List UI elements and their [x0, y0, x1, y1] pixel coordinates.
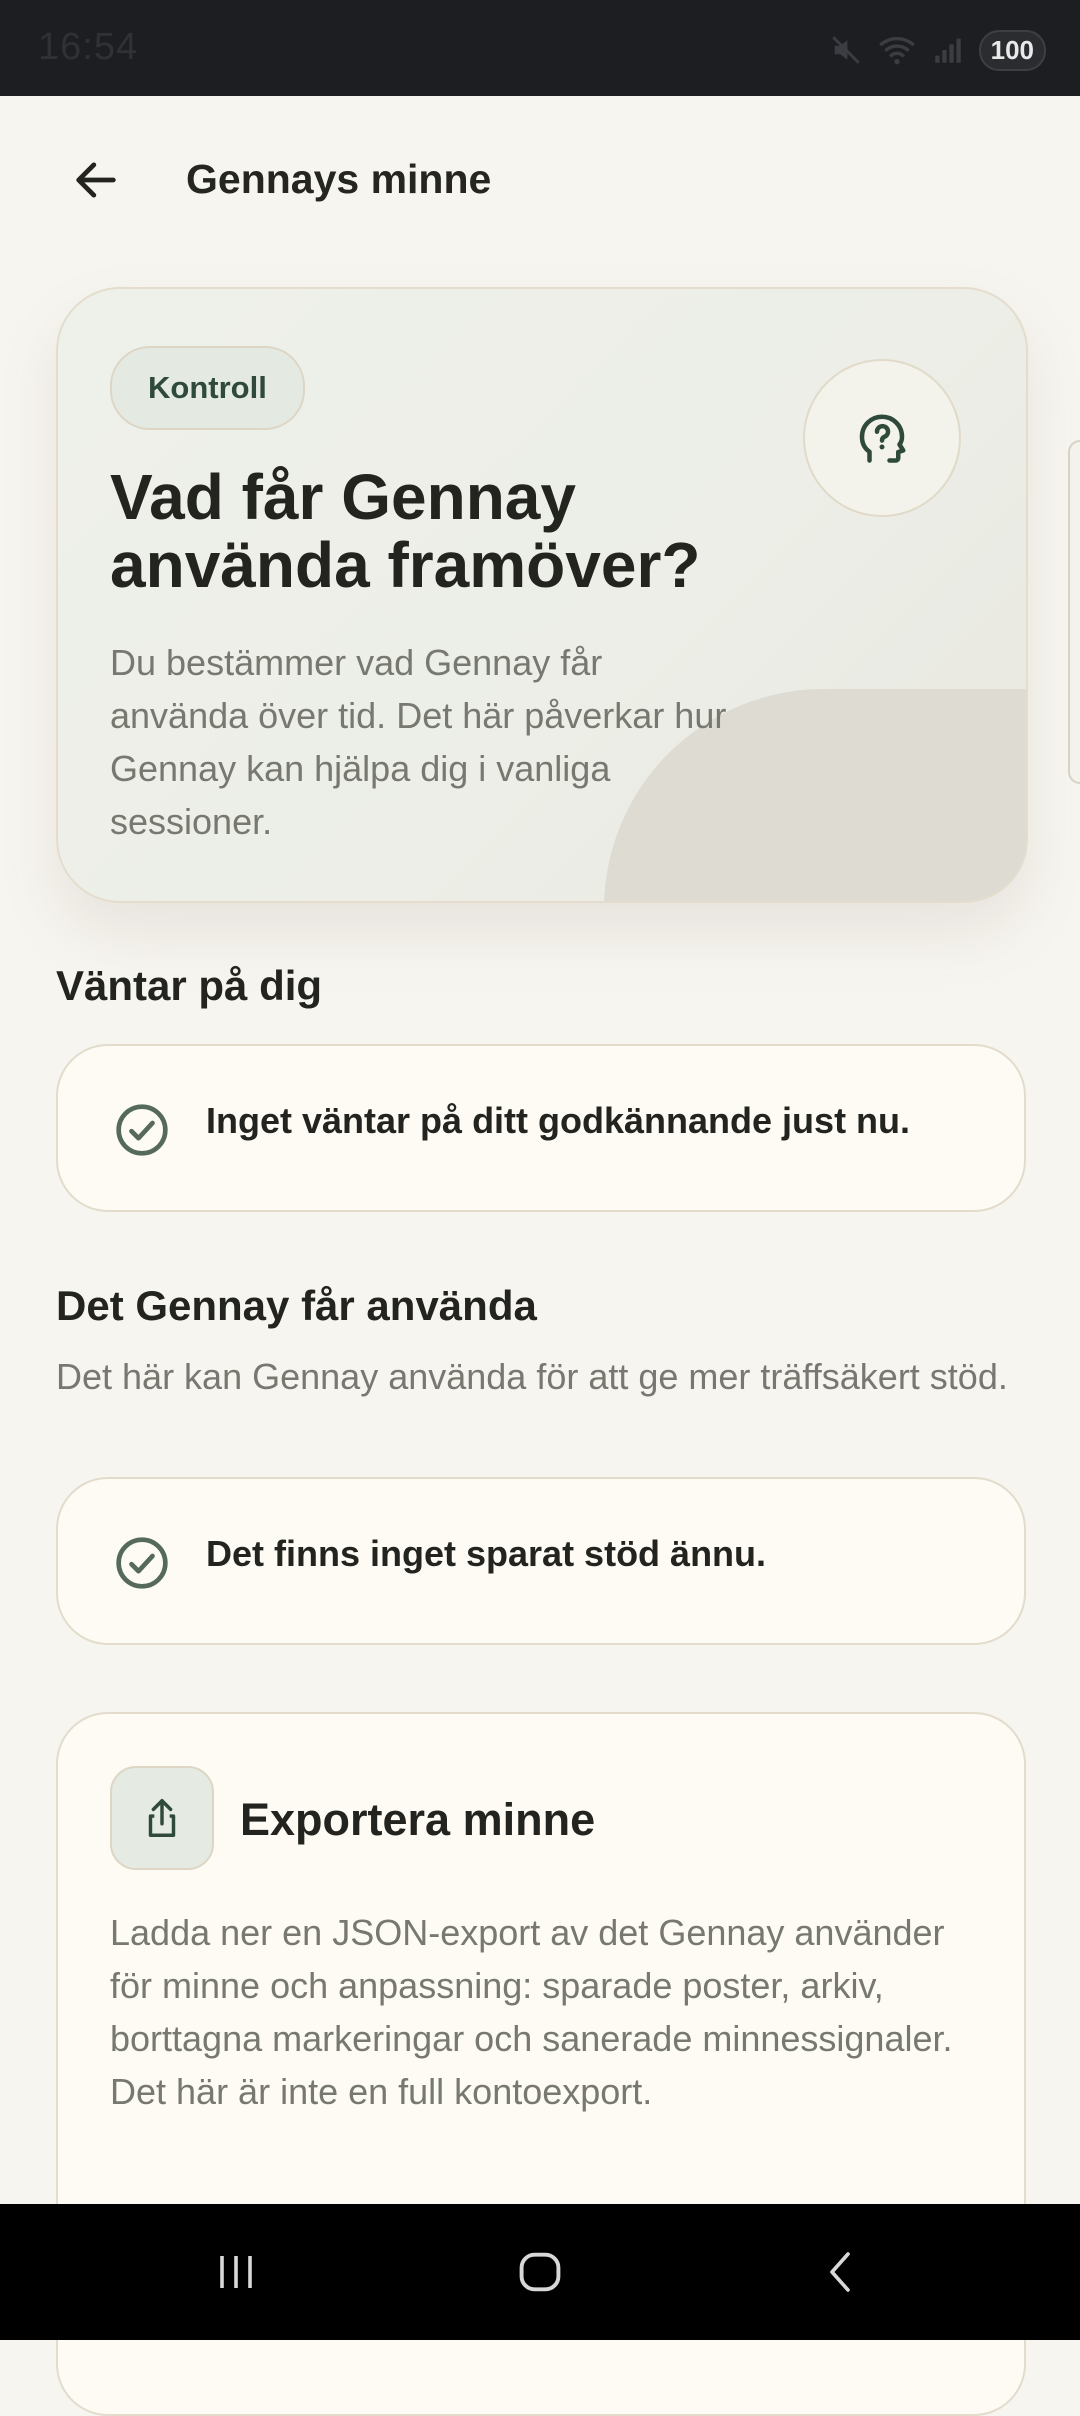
nav-back-button[interactable] [780, 2234, 900, 2310]
allowed-section-subtitle: Det här kan Gennay använda för att ge me… [56, 1356, 1008, 1397]
head-question-icon [859, 414, 906, 463]
side-panel-handle[interactable] [1068, 440, 1080, 784]
arrow-left-icon [76, 162, 116, 198]
hero-title: Vad får Gennay använda framöver? [110, 461, 701, 601]
pending-card-text: Inget väntar på ditt godkännande just nu… [206, 1100, 911, 1141]
category-chip: Kontroll [110, 346, 305, 430]
status-icons: 100 [829, 28, 1046, 72]
signal-icon [934, 38, 961, 63]
home-icon [519, 2252, 561, 2292]
recents-button[interactable] [176, 2234, 296, 2310]
pending-section-title: Väntar på dig [56, 962, 323, 1009]
hero-description: Du bestämmer vad Gennay får använda över… [110, 642, 727, 842]
recents-icon [220, 2256, 252, 2288]
check-circle-icon [116, 1104, 168, 1156]
export-title: Exportera minne [240, 1794, 596, 1845]
wifi-icon [878, 37, 915, 65]
app-header: Gennays minne [0, 96, 1080, 266]
status-bar: 16:54 100 [0, 0, 1080, 96]
page-title: Gennays minne [186, 156, 492, 202]
check-circle-icon [116, 1537, 168, 1589]
export-description: Ladda ner en JSON-export av det Gennay a… [110, 1912, 953, 2112]
allowed-card: Det finns inget sparat stöd ännu. [56, 1477, 1026, 1645]
allowed-card-text: Det finns inget sparat stöd ännu. [206, 1533, 767, 1574]
export-button[interactable] [110, 1766, 214, 1870]
battery-icon: 100 [978, 29, 1046, 71]
back-icon [830, 2252, 850, 2292]
status-time: 16:54 [38, 26, 139, 68]
mute-icon [831, 36, 860, 64]
system-nav-bar [0, 2204, 1080, 2340]
pending-card: Inget väntar på ditt godkännande just nu… [56, 1044, 1026, 1212]
hero-card: Kontroll Vad får Gennay använda framöver… [56, 287, 1028, 903]
allowed-section-title: Det Gennay får använda [56, 1282, 537, 1329]
share-export-icon [148, 1799, 176, 1837]
back-button[interactable] [60, 144, 132, 216]
home-button[interactable] [480, 2234, 600, 2310]
